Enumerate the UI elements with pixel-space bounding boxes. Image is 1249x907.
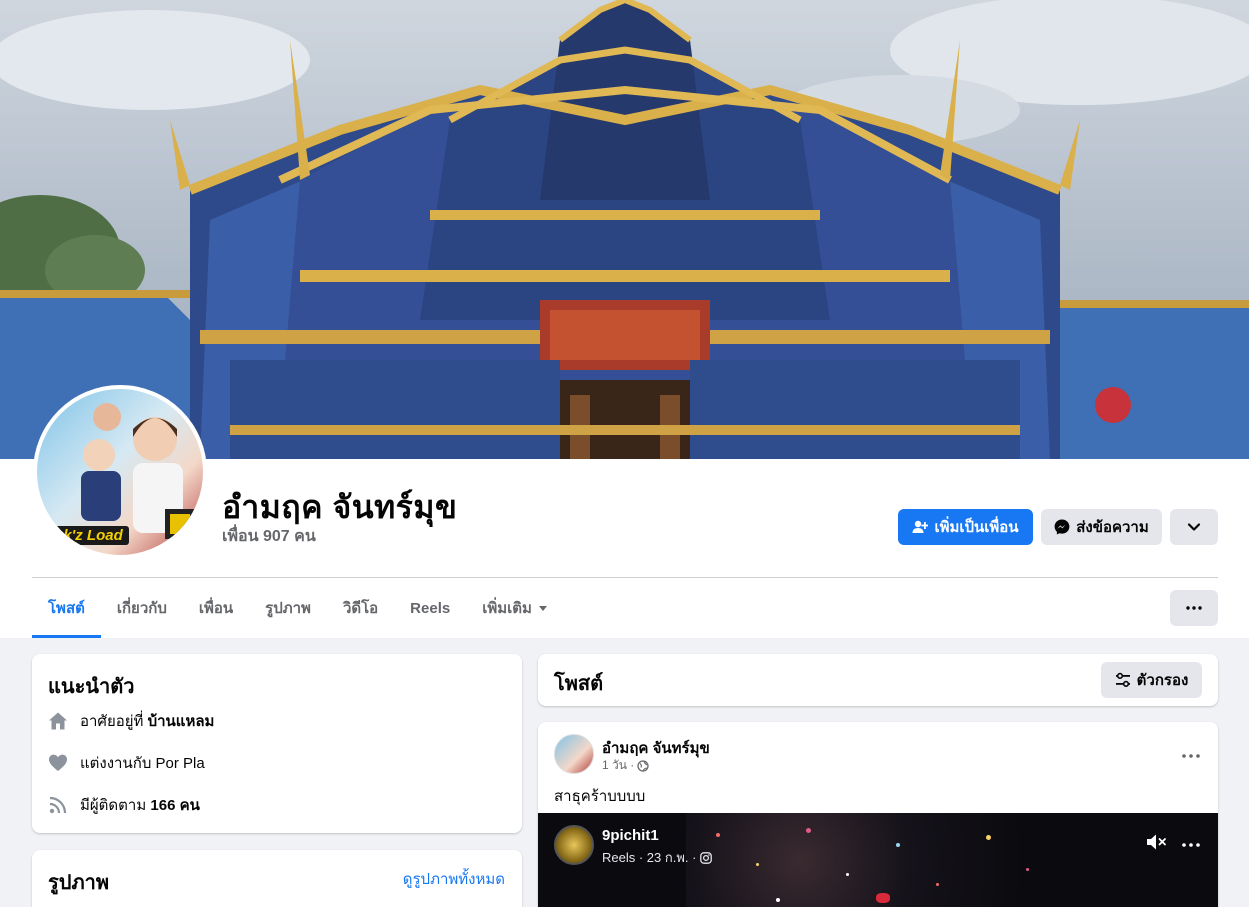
tab-label: รูปภาพ	[265, 600, 311, 617]
message-label: ส่งข้อความ	[1076, 519, 1149, 536]
avatar-photo: ck'z Load	[37, 389, 203, 555]
intro-lives-in: อาศัยอยู่ที่ บ้านแหลม	[48, 709, 214, 733]
tab-label: เพิ่มเติม	[482, 600, 532, 617]
intro-card: แนะนำตัว อาศัยอยู่ที่ บ้านแหลม แต่งงานกั…	[32, 654, 522, 833]
chevron-down-icon	[1187, 523, 1201, 531]
intro-married-to[interactable]: Por Pla	[156, 755, 205, 772]
filter-sliders-icon	[1115, 672, 1130, 687]
post-options-button[interactable]	[1182, 742, 1200, 763]
add-friend-label: เพิ่มเป็นเพื่อน	[934, 519, 1019, 536]
post-text: สาธุคร้าบบบบ	[554, 788, 646, 805]
filter-button[interactable]: ตัวกรอง	[1101, 662, 1202, 698]
tab-label: Reels	[410, 599, 451, 617]
intro-relationship: แต่งงานกับ Por Pla	[48, 751, 205, 775]
friends-count[interactable]: เพื่อน 907 คน	[222, 524, 316, 549]
posts-header-card: โพสต์ ตัวกรอง	[538, 654, 1218, 706]
shared-reel[interactable]: 9pichit1 Reels · 23 ก.พ. ·	[538, 813, 1218, 907]
tab-label: วิดีโอ	[342, 600, 379, 617]
globe-icon	[637, 759, 649, 772]
tab-more[interactable]: เพิ่มเติม	[466, 578, 564, 638]
intro-followers: มีผู้ติดตาม 166 คน	[48, 793, 200, 817]
intro-married-prefix: แต่งงานกับ	[80, 755, 156, 772]
tab-label: เพื่อน	[198, 600, 234, 617]
photos-card: รูปภาพ ดูรูปภาพทั้งหมด	[32, 850, 522, 907]
profile-avatar[interactable]: ck'z Load	[33, 385, 207, 559]
intro-relationship-text: แต่งงานกับ Por Pla	[80, 751, 205, 775]
heart-icon	[48, 753, 68, 773]
avatar-overlay-text: ck'z Load	[49, 526, 129, 545]
intro-lives-text: อาศัยอยู่ที่ บ้านแหลม	[80, 709, 214, 733]
tab-label: เกี่ยวกับ	[116, 600, 167, 617]
caret-down-icon	[538, 606, 547, 611]
tab-reels[interactable]: Reels	[394, 578, 466, 638]
intro-lives-prefix: อาศัยอยู่ที่	[80, 713, 148, 730]
post-meta: 1 วัน ·	[602, 756, 649, 775]
reel-meta: Reels · 23 ก.พ. ·	[602, 847, 713, 868]
tab-friends[interactable]: เพื่อน	[183, 578, 249, 638]
intro-followers-count[interactable]: 166 คน	[150, 797, 199, 814]
messenger-icon	[1054, 519, 1070, 535]
profile-more-button[interactable]	[1170, 509, 1218, 545]
rss-icon	[48, 795, 68, 815]
tab-label: โพสต์	[48, 600, 85, 617]
filter-label: ตัวกรอง	[1136, 672, 1189, 689]
reel-author-name[interactable]: 9pichit1	[602, 827, 659, 844]
add-friend-icon	[912, 520, 929, 533]
speaker-muted-icon	[1147, 834, 1166, 850]
reel-meta-text[interactable]: Reels · 23 ก.พ. ·	[602, 847, 696, 868]
posts-title: โพสต์	[554, 673, 604, 695]
more-dots-icon	[1182, 754, 1200, 758]
photos-title: รูปภาพ	[48, 872, 110, 894]
add-friend-button[interactable]: เพิ่มเป็นเพื่อน	[898, 509, 1033, 545]
intro-followers-text: มีผู้ติดตาม 166 คน	[80, 793, 200, 817]
post-time[interactable]: 1 วัน ·	[602, 756, 634, 775]
tab-about[interactable]: เกี่ยวกับ	[101, 578, 183, 638]
reel-options-button[interactable]	[1182, 831, 1200, 852]
more-dots-icon	[1186, 606, 1202, 610]
mute-button[interactable]	[1146, 833, 1168, 856]
intro-followers-prefix: มีผู้ติดตาม	[80, 797, 151, 814]
intro-lives-place[interactable]: บ้านแหลม	[148, 713, 215, 730]
more-dots-icon	[1182, 843, 1200, 847]
tab-posts[interactable]: โพสต์	[32, 578, 101, 638]
post-card: อำมฤค จันทร์มุข 1 วัน · สาธุคร้าบบบบ 9pi…	[538, 722, 1218, 907]
intro-title: แนะนำตัว	[48, 676, 135, 698]
reel-author-avatar[interactable]	[554, 825, 594, 865]
profile-tabs: โพสต์ เกี่ยวกับ เพื่อน รูปภาพ วิดีโอ Ree…	[32, 578, 564, 638]
tab-videos[interactable]: วิดีโอ	[327, 578, 394, 638]
message-button[interactable]: ส่งข้อความ	[1041, 509, 1162, 545]
tab-photos[interactable]: รูปภาพ	[249, 578, 327, 638]
see-all-photos-link[interactable]: ดูรูปภาพทั้งหมด	[403, 867, 505, 891]
post-author-avatar[interactable]	[554, 734, 594, 774]
instagram-icon	[700, 851, 713, 864]
home-icon	[48, 711, 68, 731]
reel-video-frame[interactable]	[686, 813, 1068, 907]
tabs-overflow-button[interactable]	[1170, 590, 1218, 626]
